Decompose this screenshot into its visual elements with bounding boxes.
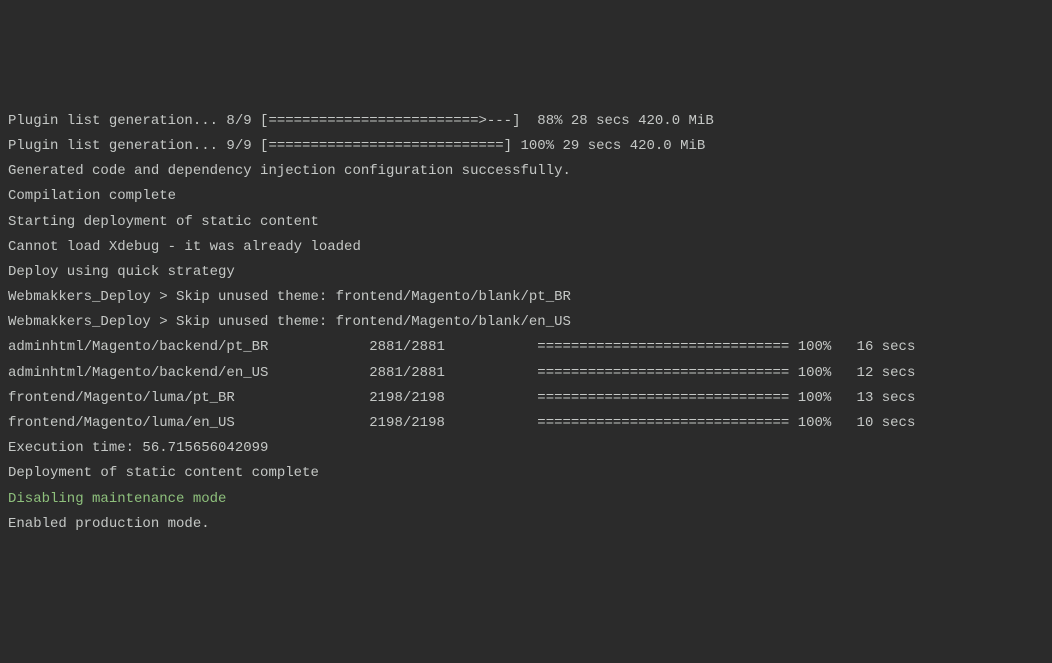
terminal-line: adminhtml/Magento/backend/en_US 2881/288…	[8, 361, 1044, 386]
terminal-line: Starting deployment of static content	[8, 210, 1044, 235]
terminal-line: Cannot load Xdebug - it was already load…	[8, 235, 1044, 260]
terminal-line: frontend/Magento/luma/en_US 2198/2198 ==…	[8, 411, 1044, 436]
terminal-line: frontend/Magento/luma/pt_BR 2198/2198 ==…	[8, 386, 1044, 411]
terminal-line: Webmakkers_Deploy > Skip unused theme: f…	[8, 310, 1044, 335]
terminal-line: Webmakkers_Deploy > Skip unused theme: f…	[8, 285, 1044, 310]
terminal-line: Execution time: 56.715656042099	[8, 436, 1044, 461]
terminal-line: Compilation complete	[8, 184, 1044, 209]
terminal-line: Deploy using quick strategy	[8, 260, 1044, 285]
terminal-line: Disabling maintenance mode	[8, 487, 1044, 512]
terminal-line: adminhtml/Magento/backend/pt_BR 2881/288…	[8, 335, 1044, 360]
terminal-line: Generated code and dependency injection …	[8, 159, 1044, 184]
terminal-line: Deployment of static content complete	[8, 461, 1044, 486]
terminal-line: Enabled production mode.	[8, 512, 1044, 537]
terminal-output: Plugin list generation... 8/9 [=========…	[8, 109, 1044, 537]
terminal-line: Plugin list generation... 8/9 [=========…	[8, 109, 1044, 134]
terminal-line: Plugin list generation... 9/9 [=========…	[8, 134, 1044, 159]
